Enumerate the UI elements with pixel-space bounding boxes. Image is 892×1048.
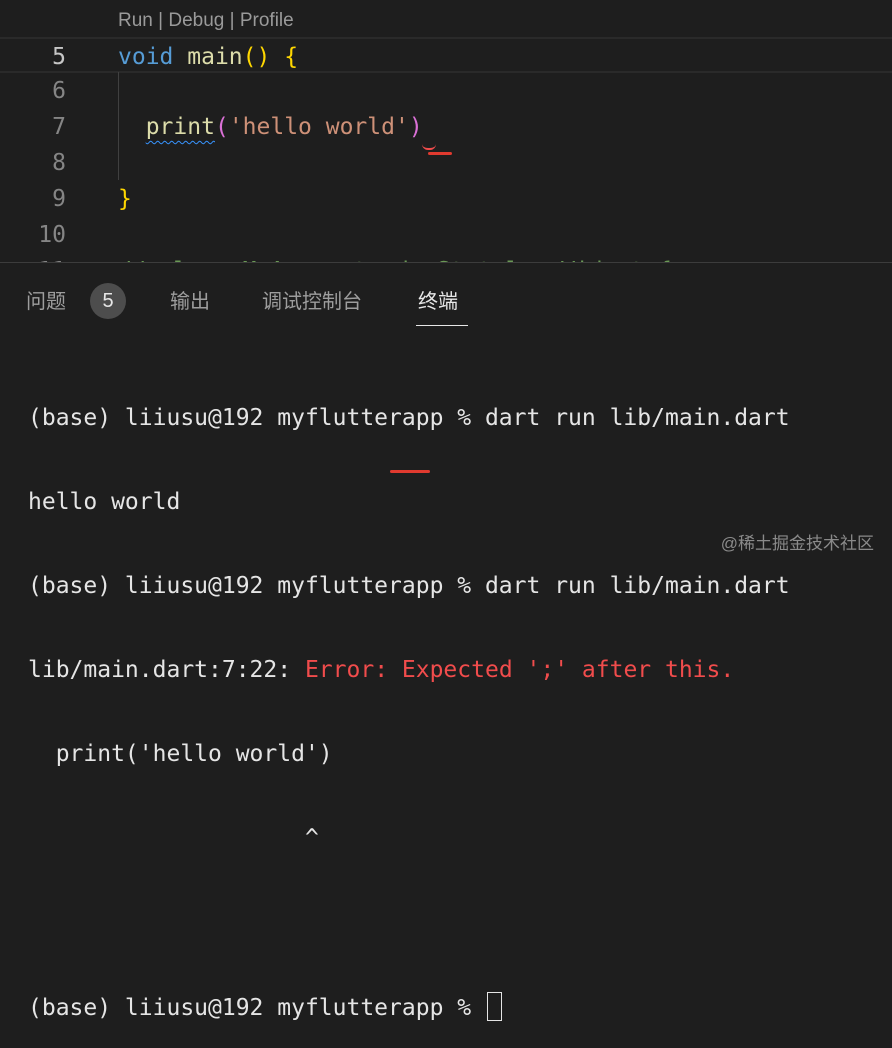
line-number: 9 <box>52 186 66 212</box>
terminal-line: (base) liiusu@192 myflutterapp % dart ru… <box>28 405 790 431</box>
tab-output[interactable]: 输出 <box>170 285 210 314</box>
terminal-prompt: (base) liiusu@192 myflutterapp % <box>28 995 485 1021</box>
tab-terminal[interactable]: 终端 <box>418 285 458 314</box>
code-text-partial: // class MyApp extends StatelessWidget { <box>118 253 672 262</box>
error-message: Error: Expected ';' after this. <box>304 657 735 683</box>
open-brace: { <box>284 44 299 70</box>
error-location: lib/main.dart:7:22: <box>28 657 305 683</box>
indent-guide <box>118 72 119 180</box>
code-editor[interactable]: Run | Debug | Profile 5 void main() { 6 … <box>0 0 892 262</box>
code-text: print('hello world') <box>118 109 423 145</box>
terminal-output[interactable]: (base) liiusu@192 myflutterapp % dart ru… <box>28 348 790 1048</box>
panel-tabs: 问题 5 输出 调试控制台 终端 <box>0 263 892 333</box>
active-tab-indicator <box>416 325 468 326</box>
open-paren: ( <box>214 114 229 140</box>
close-brace: } <box>118 186 132 212</box>
code-line-6[interactable]: 6 <box>0 73 892 109</box>
watermark: @稀土掘金技术社区 <box>720 534 874 553</box>
line-number: 8 <box>52 150 66 176</box>
line-number: 6 <box>52 78 66 104</box>
string-literal: 'hello world' <box>228 114 409 140</box>
codelens-separator: | <box>152 10 169 31</box>
terminal-prompt-line[interactable]: (base) liiusu@192 myflutterapp % <box>28 992 790 1021</box>
terminal-line: (base) liiusu@192 myflutterapp % dart ru… <box>28 573 790 599</box>
line-number: 7 <box>52 114 66 140</box>
function-print: print <box>145 114 215 140</box>
parens: () <box>242 44 271 70</box>
terminal-line: hello world <box>28 489 181 515</box>
code-line-7[interactable]: 7 print('hello world') <box>0 109 892 145</box>
tab-debug-console[interactable]: 调试控制台 <box>262 285 362 314</box>
code-line-9[interactable]: 9 } <box>0 181 892 217</box>
close-paren: ) <box>408 114 423 140</box>
codelens-separator: | <box>224 10 240 31</box>
codelens-profile[interactable]: Profile <box>240 10 294 31</box>
codelens-debug[interactable]: Debug <box>168 10 224 31</box>
line-number: 10 <box>38 222 66 248</box>
terminal-cursor <box>486 992 502 1021</box>
annotation-underline-mark <box>390 470 430 473</box>
codelens-run[interactable]: Run <box>118 10 153 31</box>
tab-problems[interactable]: 问题 <box>26 285 66 314</box>
line-number: 11 <box>0 253 66 262</box>
code-line-8[interactable]: 8 <box>0 145 892 181</box>
code-lens: Run | Debug | Profile <box>118 10 294 32</box>
code-text: void main() { <box>118 39 298 75</box>
function-main: main <box>187 44 243 70</box>
code-text: } <box>118 181 132 217</box>
line-number: 5 <box>52 44 66 70</box>
problems-count-badge: 5 <box>90 283 126 319</box>
code-line-10[interactable]: 10 <box>0 217 892 253</box>
keyword-void: void <box>118 44 174 70</box>
annotation-underline-mark <box>428 152 452 155</box>
code-line-11[interactable]: 11 // class MyApp extends StatelessWidge… <box>0 253 892 262</box>
error-squiggle <box>422 140 436 150</box>
code-line-5[interactable]: 5 void main() { <box>0 37 892 73</box>
terminal-line-error: lib/main.dart:7:22: Error: Expected ';' … <box>28 656 790 684</box>
terminal-line: print('hello world') <box>28 741 333 767</box>
terminal-caret-line: ^ <box>28 825 319 851</box>
